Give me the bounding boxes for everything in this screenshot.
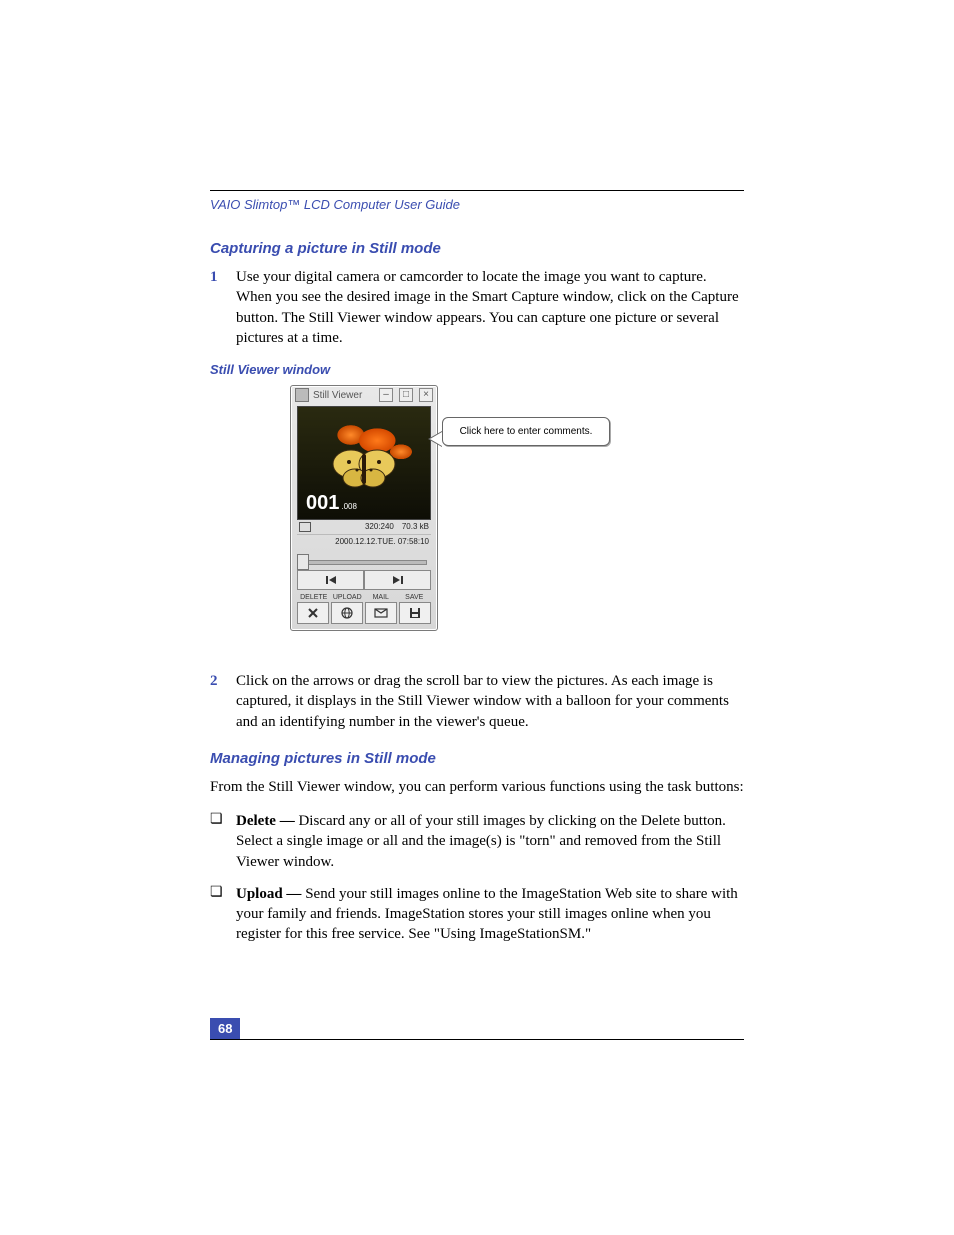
callout-text: Click here to enter comments. [442,417,610,446]
section-heading-capturing: Capturing a picture in Still mode [210,240,744,257]
close-button[interactable]: × [419,388,433,402]
comment-callout: Click here to enter comments. [442,417,610,446]
page-footer: 68 [210,1018,744,1040]
mail-button[interactable] [365,602,397,624]
thumbnail-icon [299,522,311,532]
step-text: Use your digital camera or camcorder to … [236,267,744,348]
delete-button[interactable] [297,602,329,624]
upload-button[interactable] [331,602,363,624]
bullet-icon: ❏ [210,884,236,945]
save-button[interactable] [399,602,431,624]
x-icon [307,607,319,619]
running-head: VAIO Slimtop™ LCD Computer User Guide [210,197,744,212]
next-button[interactable] [364,570,431,590]
top-rule [210,190,744,191]
image-number: 001.008 [306,492,357,515]
image-metadata: 320:24070.3 kB 2000.12.12.TUE. 07:58:10 [297,520,431,548]
step-number: 2 [210,671,236,732]
section-heading-managing: Managing pictures in Still mode [210,750,744,767]
floppy-icon [409,607,421,619]
list-item: ❏ Delete — Discard any or all of your st… [210,811,744,872]
still-viewer-window: Still Viewer – □ × [290,385,438,631]
slider-thumb[interactable] [297,554,309,570]
window-title: Still Viewer [313,390,373,401]
app-icon [295,388,309,402]
globe-icon [341,607,353,619]
step-2: 2 Click on the arrows or drag the scroll… [210,671,744,732]
skip-next-icon [392,575,404,585]
maximize-button[interactable]: □ [399,388,413,402]
titlebar: Still Viewer – □ × [291,386,437,404]
figure-caption: Still Viewer window [210,362,744,377]
list-item: ❏ Upload — Send your still images online… [210,884,744,945]
step-number: 1 [210,267,236,348]
section-intro: From the Still Viewer window, you can pe… [210,777,744,797]
envelope-icon [374,608,388,618]
minimize-button[interactable]: – [379,388,393,402]
step-text: Click on the arrows or drag the scroll b… [236,671,744,732]
bullet-icon: ❏ [210,811,236,872]
prev-button[interactable] [297,570,364,590]
scroll-slider[interactable] [297,554,431,568]
step-1: 1 Use your digital camera or camcorder t… [210,267,744,348]
page-number: 68 [210,1018,240,1039]
photo-preview: 001.008 [297,406,431,520]
skip-prev-icon [325,575,337,585]
figure-still-viewer: Still Viewer – □ × [290,385,744,653]
butterfly-icon [329,444,399,494]
action-labels: DELETE UPLOAD MAIL SAVE [297,594,431,601]
